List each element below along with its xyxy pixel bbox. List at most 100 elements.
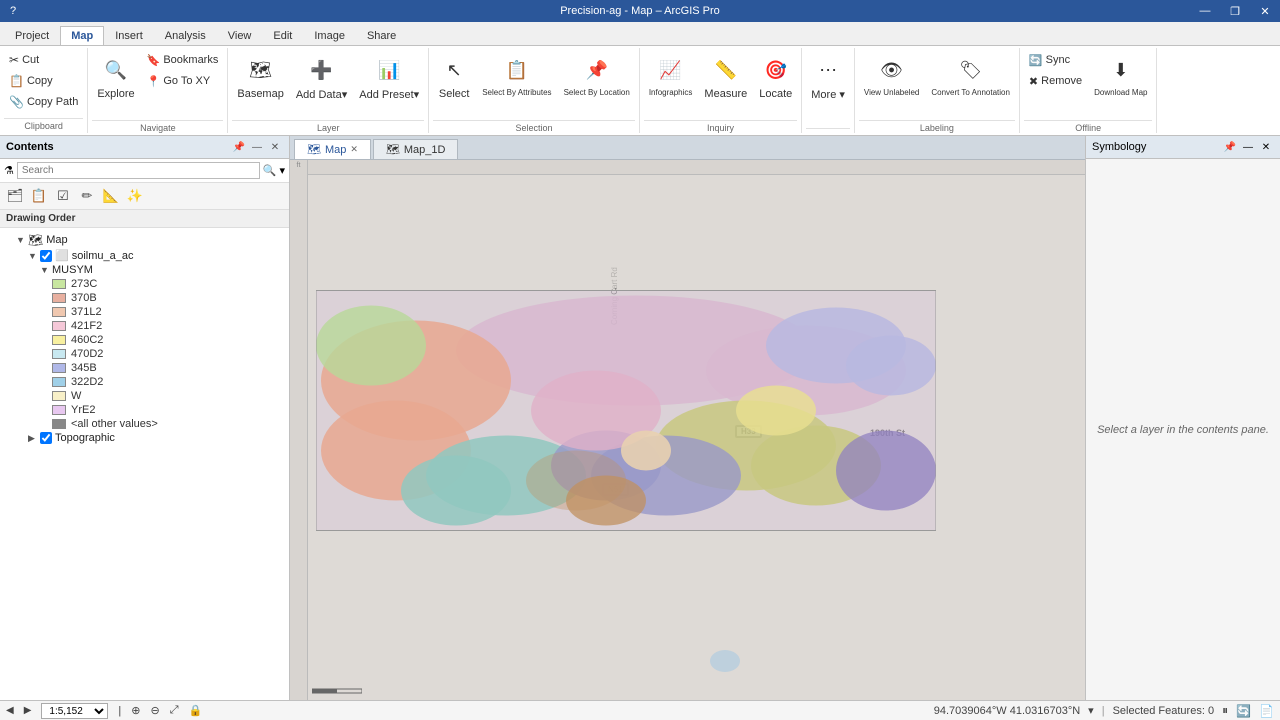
map-canvas[interactable]: ft Corning Cart Rd 190th St H33 N51 xyxy=(290,160,1085,700)
convert-annotation-button[interactable]: 🏷 Convert To Annotation xyxy=(926,50,1015,118)
more-button[interactable]: ⋯ More ▾ xyxy=(806,50,850,118)
zoom-in-button[interactable]: ⊕ xyxy=(131,704,140,717)
add-data-button[interactable]: ➕ Add Data▾ xyxy=(291,50,352,118)
map-ruler-top xyxy=(308,160,1085,175)
statusbar-right: 94.7039064°W 41.0316703°N ▾ | Selected F… xyxy=(934,703,1274,718)
search-menu-icon[interactable]: ▾ xyxy=(279,164,285,177)
topographic-checkbox[interactable] xyxy=(40,432,52,444)
full-extent-button[interactable]: ⤢ xyxy=(170,704,179,717)
swatch-370B xyxy=(52,293,66,303)
search-icon[interactable]: 🔍 xyxy=(263,164,277,177)
contents-snapping-button[interactable]: 📐 xyxy=(100,185,122,207)
map-tab-map1d[interactable]: 🗺 Map_1D xyxy=(373,139,459,159)
tab-view[interactable]: View xyxy=(217,26,263,45)
contents-source-button[interactable]: 📋 xyxy=(28,185,50,207)
group-more: ⋯ More ▾ xyxy=(802,48,855,133)
goto-icon: 📍 xyxy=(147,75,161,88)
remove-button[interactable]: ✖ Remove xyxy=(1024,71,1087,91)
symbology-pin-button[interactable]: 📌 xyxy=(1222,139,1238,155)
symbology-header: Symbology 📌 — ✕ xyxy=(1086,136,1280,159)
layout-button[interactable]: 📄 xyxy=(1259,704,1274,718)
map-tab-map-close[interactable]: ✕ xyxy=(350,144,358,155)
tab-analysis[interactable]: Analysis xyxy=(154,26,217,45)
group-navigate-label: Navigate xyxy=(92,120,223,133)
legend-470D2: 470D2 xyxy=(0,347,289,361)
goto-xy-button[interactable]: 📍 Go To XY xyxy=(142,71,224,91)
scale-bar-area xyxy=(312,686,362,696)
minimize-button[interactable]: — xyxy=(1190,0,1220,22)
contents-pin-button[interactable]: 📌 xyxy=(231,139,247,155)
infographics-button[interactable]: 📈 Infographics xyxy=(644,50,698,118)
tab-project[interactable]: Project xyxy=(4,26,60,45)
tab-edit[interactable]: Edit xyxy=(262,26,303,45)
group-navigate: 🔍 Explore 🔖 Bookmarks 📍 Go To XY Navigat… xyxy=(88,48,228,133)
contents-list-button[interactable]: 🗂 xyxy=(4,185,26,207)
cut-button[interactable]: ✂ Cut xyxy=(4,50,83,70)
main-area: Contents 📌 — ✕ ⚗ 🔍 ▾ 🗂 📋 ☑ ✏ 📐 ✨ Drawing… xyxy=(0,136,1280,700)
locate-button[interactable]: 🎯 Locate xyxy=(754,50,797,118)
swatch-YrE2 xyxy=(52,405,66,415)
swatch-460C2 xyxy=(52,335,66,345)
search-input[interactable] xyxy=(17,162,260,179)
select-button[interactable]: ↖ Select xyxy=(433,50,475,118)
contents-edit-button[interactable]: ✏ xyxy=(76,185,98,207)
infographics-icon: 📈 xyxy=(655,54,687,86)
group-inquiry: 📈 Infographics 📏 Measure 🎯 Locate Inquir… xyxy=(640,48,802,133)
tree-item-map[interactable]: ▼ 🗺 Map xyxy=(0,232,289,248)
view-unlabeled-button[interactable]: 👁 View Unlabeled xyxy=(859,50,924,118)
measure-button[interactable]: 📏 Measure xyxy=(699,50,752,118)
copy-path-button[interactable]: 📎 Copy Path xyxy=(4,92,83,112)
measure-icon: 📏 xyxy=(710,54,742,86)
symbology-minimize-button[interactable]: — xyxy=(1240,139,1256,155)
basemap-icon: 🗺 xyxy=(245,54,277,86)
tree-item-topographic[interactable]: ▶ Topographic xyxy=(0,431,289,445)
soilmu-checkbox[interactable] xyxy=(40,250,52,262)
water-body xyxy=(710,650,740,672)
contents-toolbar: 🗂 📋 ☑ ✏ 📐 ✨ xyxy=(0,183,289,210)
next-extent-button[interactable]: ▶ xyxy=(24,705,32,716)
maximize-button[interactable]: ❐ xyxy=(1220,0,1250,22)
group-labeling: 👁 View Unlabeled 🏷 Convert To Annotation… xyxy=(855,48,1020,133)
map-area: 🗺 Map ✕ 🗺 Map_1D ft Corning Cart Rd 190t… xyxy=(290,136,1085,700)
group-selection-label: Selection xyxy=(433,120,635,133)
bookmarks-button[interactable]: 🔖 Bookmarks xyxy=(142,50,224,70)
refresh-button[interactable]: 🔄 xyxy=(1236,704,1251,718)
close-button[interactable]: ✕ xyxy=(1250,0,1280,22)
app-title: Precision-ag - Map – ArcGIS Pro xyxy=(560,5,720,17)
fixed-zoom-button[interactable]: 🔒 xyxy=(189,704,203,717)
coordinates-toggle[interactable]: ▾ xyxy=(1088,704,1094,717)
copy-icon: 📋 xyxy=(9,74,24,88)
map-tab-map[interactable]: 🗺 Map ✕ xyxy=(294,139,371,159)
scale-select[interactable]: 1:5,152 1:10,000 1:25,000 xyxy=(41,703,108,719)
swatch-W xyxy=(52,391,66,401)
copy-button[interactable]: 📋 Copy xyxy=(4,71,83,91)
legend-W: W xyxy=(0,389,289,403)
contents-close-button[interactable]: ✕ xyxy=(267,139,283,155)
contents-minimize-button[interactable]: — xyxy=(249,139,265,155)
tree-item-soilmu[interactable]: ▼ ⬜ soilmu_a_ac xyxy=(0,248,289,263)
prev-extent-button[interactable]: ◀ xyxy=(6,705,14,716)
download-map-button[interactable]: ⬇ Download Map xyxy=(1089,50,1152,118)
basemap-button[interactable]: 🗺 Basemap xyxy=(232,50,288,118)
tab-map[interactable]: Map xyxy=(60,26,104,45)
tree-item-musym[interactable]: ▼ MUSYM xyxy=(0,263,289,277)
select-by-location-button[interactable]: 📌 Select By Location xyxy=(559,50,635,118)
select-by-attributes-button[interactable]: 📋 Select By Attributes xyxy=(477,50,556,118)
contents-header: Contents 📌 — ✕ xyxy=(0,136,289,159)
add-preset-button[interactable]: 📊 Add Preset▾ xyxy=(354,50,424,118)
tab-insert[interactable]: Insert xyxy=(104,26,154,45)
symbology-close-button[interactable]: ✕ xyxy=(1258,139,1274,155)
contents-compare-button[interactable]: ✨ xyxy=(124,185,146,207)
zoom-out-button[interactable]: ⊖ xyxy=(150,704,159,717)
contents-selection-button[interactable]: ☑ xyxy=(52,185,74,207)
symbology-content: Select a layer in the contents pane. xyxy=(1086,159,1280,700)
help-icon[interactable]: ? xyxy=(10,0,16,22)
tab-image[interactable]: Image xyxy=(303,26,356,45)
select-attributes-icon: 📋 xyxy=(501,54,533,86)
sync-button[interactable]: 🔄 Sync xyxy=(1024,50,1087,70)
group-offline-label: Offline xyxy=(1024,120,1153,133)
pause-button[interactable]: ⏸ xyxy=(1222,703,1228,718)
tab-share[interactable]: Share xyxy=(356,26,407,45)
group-layer: 🗺 Basemap ➕ Add Data▾ 📊 Add Preset▾ Laye… xyxy=(228,48,429,133)
explore-button[interactable]: 🔍 Explore xyxy=(92,50,139,118)
